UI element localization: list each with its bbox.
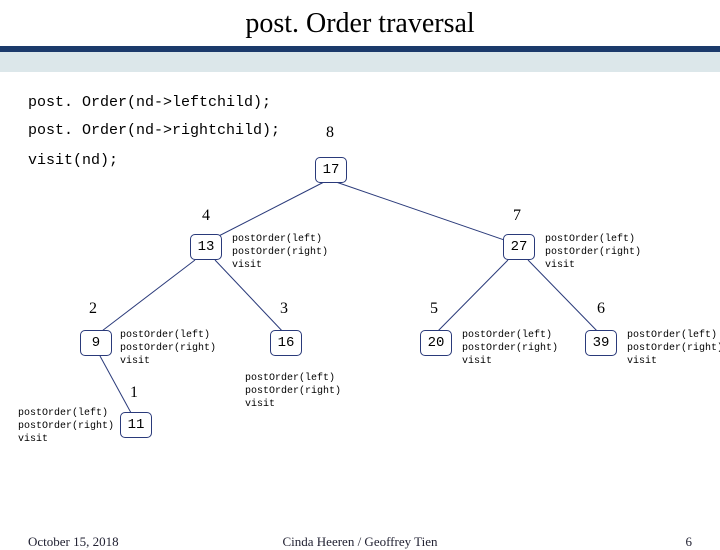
tree-node-27: 27 [503,234,535,260]
tree-node-9: 9 [80,330,112,356]
tree-edges [0,72,720,532]
code-line-3: visit(nd); [28,152,118,169]
order-label-4: 4 [202,207,210,225]
call-block-11: postOrder(left) postOrder(right) visit [18,407,114,446]
call-block-9: postOrder(left) postOrder(right) visit [120,329,216,368]
order-label-7: 7 [513,207,521,225]
call-block-16: postOrder(left) postOrder(right) visit [245,372,341,411]
tree-node-20: 20 [420,330,452,356]
code-line-2: post. Order(nd->rightchild); [28,122,280,139]
tree-node-17: 17 [315,157,347,183]
tree-node-11: 11 [120,412,152,438]
order-label-2: 2 [89,300,97,318]
tree-node-13: 13 [190,234,222,260]
title-subrule [0,52,720,72]
call-block-13: postOrder(left) postOrder(right) visit [232,233,328,272]
slide-body: post. Order(nd->leftchild); post. Order(… [0,72,720,532]
call-block-39: postOrder(left) postOrder(right) visit [627,329,720,368]
code-line-1: post. Order(nd->leftchild); [28,94,271,111]
order-label-1: 1 [130,384,138,402]
tree-node-16: 16 [270,330,302,356]
call-block-27: postOrder(left) postOrder(right) visit [545,233,641,272]
footer-author: Cinda Heeren / Geoffrey Tien [0,534,720,550]
footer-page: 6 [686,534,693,550]
tree-node-39: 39 [585,330,617,356]
order-label-3: 3 [280,300,288,318]
order-label-6: 6 [597,300,605,318]
order-label-8: 8 [326,124,334,142]
call-block-20: postOrder(left) postOrder(right) visit [462,329,558,368]
slide-title: post. Order traversal [0,0,720,46]
order-label-5: 5 [430,300,438,318]
